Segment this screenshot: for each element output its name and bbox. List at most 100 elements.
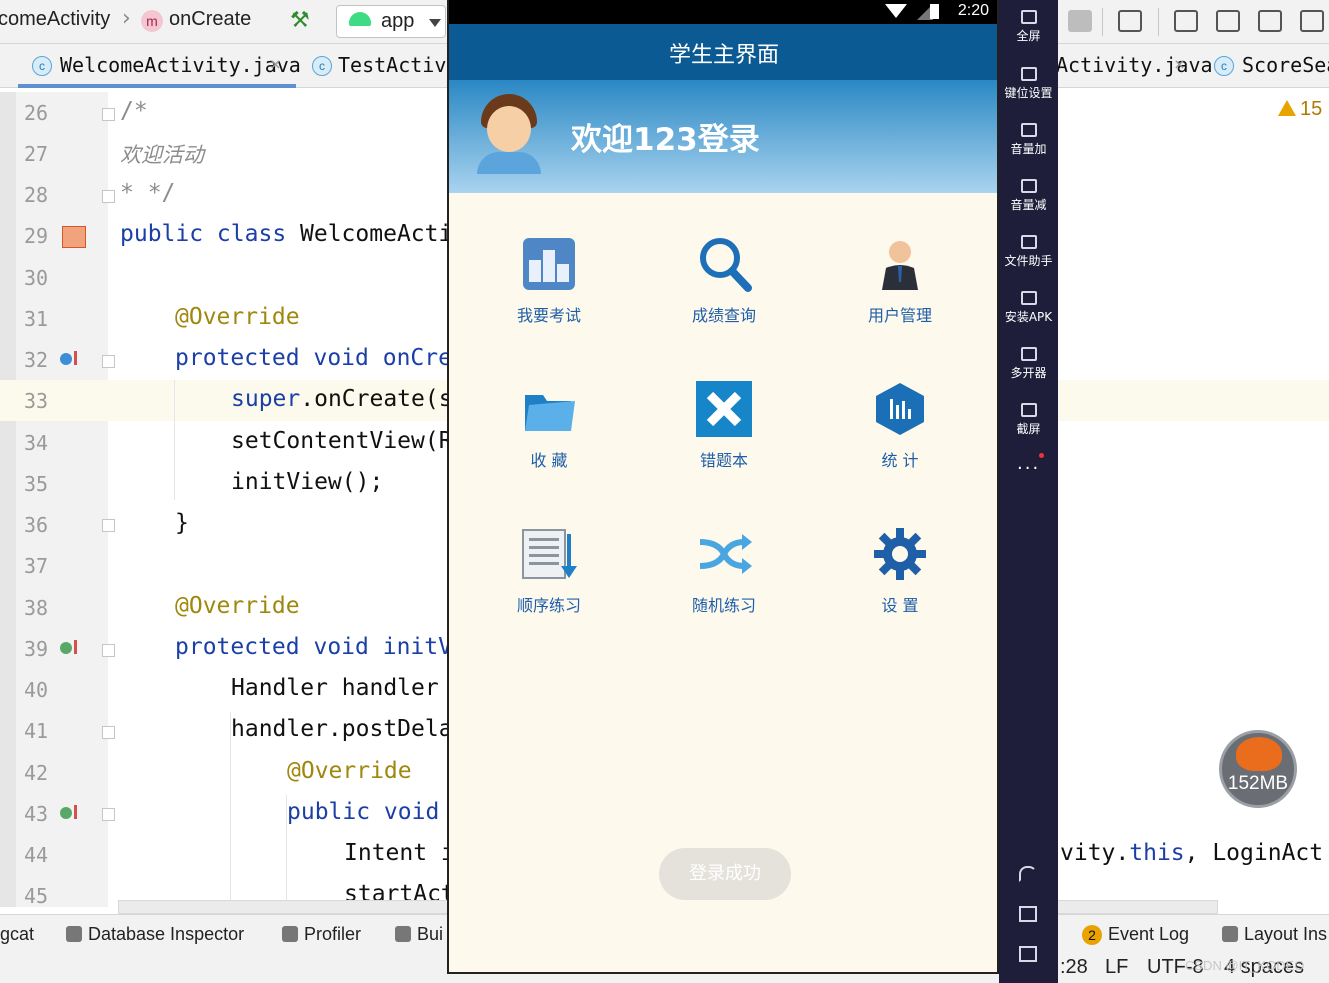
- battery-icon: [930, 4, 939, 19]
- line-number: 38: [24, 596, 49, 620]
- profiler-tab[interactable]: Profiler: [282, 924, 361, 945]
- grid-item-score-query[interactable]: 成绩查询: [654, 230, 794, 330]
- run-config-label: app: [381, 10, 415, 32]
- line-number: 43: [24, 802, 49, 826]
- fold-icon[interactable]: [102, 190, 115, 203]
- implements-icon[interactable]: [60, 642, 72, 654]
- app-title-bar: 学生主界面: [449, 24, 997, 80]
- notification-dot: [1039, 453, 1044, 458]
- event-log-tab[interactable]: 2 Event Log: [1082, 924, 1189, 945]
- grid-item-favorites[interactable]: 收 藏: [479, 375, 619, 475]
- code-line: @Override: [175, 304, 300, 330]
- class-icon: c: [312, 56, 332, 76]
- volume-down-icon: [1020, 179, 1037, 193]
- side-fullscreen[interactable]: 全屏: [999, 10, 1058, 44]
- implements-icon[interactable]: [60, 807, 72, 819]
- install-apk-icon: [1020, 291, 1037, 305]
- grid-item-sequential-practice[interactable]: 顺序练习: [479, 520, 619, 620]
- recents-icon[interactable]: [1019, 946, 1037, 962]
- grid-item-settings[interactable]: 设 置: [830, 520, 970, 620]
- fold-icon[interactable]: [102, 108, 115, 121]
- grid-item-error-book[interactable]: 错题本: [654, 375, 794, 475]
- method-icon: m: [141, 10, 163, 32]
- tab-activity-java[interactable]: Activity.java ×: [1056, 44, 1213, 88]
- layout-inspector-tab[interactable]: Layout Ins: [1222, 924, 1327, 945]
- fullscreen-icon: [1020, 10, 1037, 24]
- grid-item-exam[interactable]: 我要考试: [479, 230, 619, 330]
- back-icon[interactable]: [1019, 866, 1037, 882]
- more-icon[interactable]: ...: [1017, 453, 1040, 474]
- hammer-icon[interactable]: ⚒: [290, 8, 310, 33]
- line-number: 31: [24, 307, 49, 331]
- fold-icon[interactable]: [102, 726, 115, 739]
- code-line: 欢迎活动: [120, 143, 204, 167]
- breadcrumb-class[interactable]: comeActivity: [0, 8, 110, 31]
- line-separator[interactable]: LF: [1105, 956, 1128, 979]
- android-icon: [349, 12, 371, 26]
- volume-up-icon: [1020, 123, 1037, 137]
- stop-icon[interactable]: [1068, 10, 1092, 32]
- fold-icon[interactable]: [102, 355, 115, 368]
- status-time: 2:20: [957, 2, 989, 19]
- line-number: 26: [24, 101, 49, 125]
- side-volume-up[interactable]: 音量加: [999, 123, 1058, 157]
- side-multi-instance[interactable]: 多开器: [999, 347, 1058, 381]
- warning-icon: [1278, 100, 1296, 116]
- side-keymap[interactable]: 键位设置: [999, 67, 1058, 101]
- caret-position[interactable]: :28: [1060, 956, 1088, 979]
- side-screenshot[interactable]: 截屏: [999, 403, 1058, 437]
- code-line: super.onCreate(s: [231, 386, 453, 412]
- close-icon[interactable]: ×: [270, 54, 281, 75]
- grid-item-random-practice[interactable]: 随机练习: [654, 520, 794, 620]
- side-install-apk[interactable]: 安装APK: [999, 291, 1058, 325]
- line-number: 35: [24, 472, 49, 496]
- multi-instance-icon: [1020, 347, 1037, 361]
- fold-icon[interactable]: [102, 519, 115, 532]
- magnifier-icon: [700, 238, 752, 292]
- emulator-side-panel: 全屏 键位设置 音量加 音量减 文件助手 安装APK 多开器 截屏 ...: [999, 0, 1058, 983]
- database-inspector-tab[interactable]: Database Inspector: [66, 924, 244, 945]
- build-tab[interactable]: Bui: [395, 924, 443, 945]
- grid-item-user-management[interactable]: 用户管理: [830, 230, 970, 330]
- side-volume-down[interactable]: 音量减: [999, 179, 1058, 213]
- sdk-manager-icon[interactable]: [1300, 10, 1324, 32]
- tab-welcome-activity[interactable]: c WelcomeActivity.java ×: [18, 44, 301, 88]
- class-hierarchy-icon[interactable]: [62, 226, 86, 248]
- stats-hexagon-icon: [876, 383, 924, 435]
- project-structure-icon[interactable]: [1118, 10, 1142, 32]
- emulator-screen[interactable]: 2:20 学生主界面 欢迎123登录 我要考试 成绩查询 用户管理 收 藏 错题…: [447, 0, 999, 974]
- side-file-helper[interactable]: 文件助手: [999, 235, 1058, 269]
- breadcrumb-method[interactable]: onCreate: [169, 8, 251, 31]
- code-line: @Override: [175, 593, 300, 619]
- fold-icon[interactable]: [102, 644, 115, 657]
- code-line: public class WelcomeActi: [120, 221, 453, 247]
- gutter-edge: [0, 92, 16, 907]
- sync-icon[interactable]: [1216, 10, 1240, 32]
- home-icon[interactable]: [1019, 906, 1037, 922]
- shuffle-icon: [699, 534, 752, 574]
- avd-manager-icon[interactable]: [1174, 10, 1198, 32]
- tab-test-activity[interactable]: c TestActivity: [300, 44, 483, 88]
- line-number: 37: [24, 554, 49, 578]
- line-number: 44: [24, 843, 49, 867]
- override-icon[interactable]: [60, 353, 72, 365]
- device-manager-icon[interactable]: [1258, 10, 1282, 32]
- tab-score-search[interactable]: c ScoreSea: [1208, 44, 1329, 88]
- hammer-icon: [395, 926, 411, 942]
- close-icon[interactable]: ×: [1174, 54, 1185, 75]
- list-down-icon: [522, 529, 577, 579]
- run-config-select[interactable]: app: [336, 5, 446, 38]
- code-line: vity.this, LoginAct: [1060, 840, 1324, 866]
- line-number: 40: [24, 678, 49, 702]
- line-number: 33: [24, 389, 49, 413]
- line-number: 45: [24, 884, 49, 908]
- class-icon: c: [1214, 56, 1234, 76]
- layout-inspector-icon: [1222, 926, 1238, 942]
- logcat-tab[interactable]: gcat: [0, 924, 34, 945]
- fold-icon[interactable]: [102, 808, 115, 821]
- memory-indicator[interactable]: 152MB: [1219, 730, 1297, 808]
- warnings-indicator[interactable]: 15: [1278, 98, 1322, 121]
- grid-item-statistics[interactable]: 统 计: [830, 375, 970, 475]
- line-number: 27: [24, 142, 49, 166]
- line-number: 32: [24, 348, 49, 372]
